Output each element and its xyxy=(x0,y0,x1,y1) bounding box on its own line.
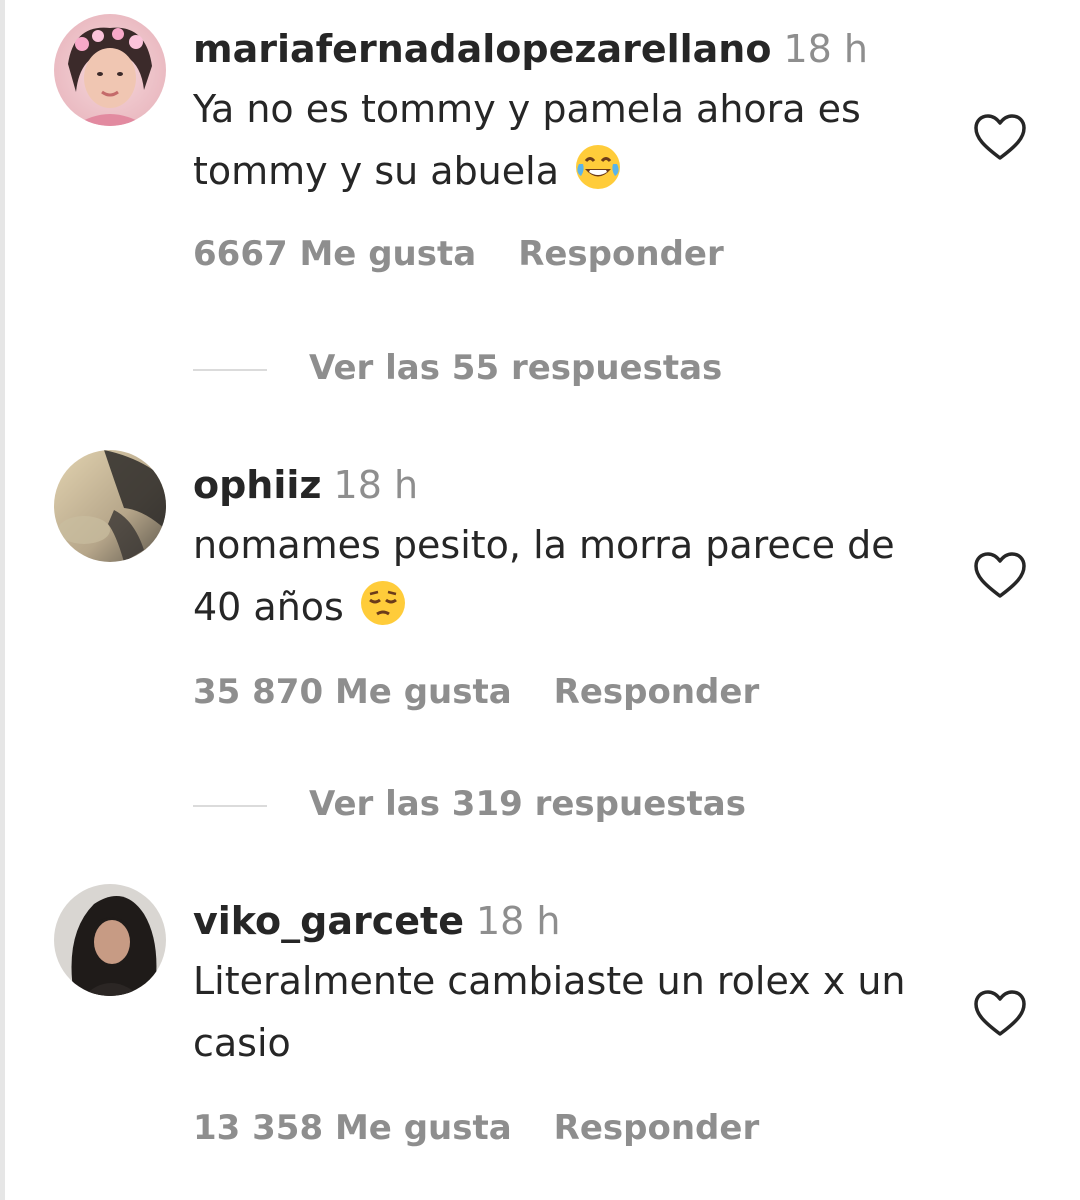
avatar[interactable] xyxy=(54,14,166,126)
reply-button[interactable]: Responder xyxy=(554,672,760,712)
like-count[interactable]: 6667 Me gusta xyxy=(193,234,476,274)
view-replies-label[interactable]: Ver las 55 respuestas xyxy=(309,348,722,388)
reply-button[interactable]: Responder xyxy=(554,1108,760,1148)
comment-text: nomames pesito, la morra parece de 40 añ… xyxy=(193,514,913,638)
comment-body: nomames pesito, la morra parece de 40 añ… xyxy=(193,523,895,629)
face-with-tears-of-joy-icon xyxy=(576,145,620,189)
view-replies-button[interactable]: Ver las 55 respuestas xyxy=(193,348,722,388)
divider xyxy=(193,804,267,807)
comment-header: mariafernadalopezarellano 18 h xyxy=(193,26,953,72)
like-count[interactable]: 35 870 Me gusta xyxy=(193,672,512,712)
comment-body: Ya no es tommy y pamela ahora es tommy y… xyxy=(193,87,861,193)
username[interactable]: viko_garcete xyxy=(193,899,464,943)
view-replies-button[interactable]: Ver las 319 respuestas xyxy=(193,784,746,824)
username[interactable]: ophiiz xyxy=(193,463,322,507)
heart-outline-icon[interactable] xyxy=(972,112,1028,162)
comment-header: viko_garcete 18 h xyxy=(193,898,953,944)
reply-button[interactable]: Responder xyxy=(518,234,724,274)
comment-body: Literalmente cambiaste un rolex x un cas… xyxy=(193,959,906,1065)
timestamp[interactable]: 18 h xyxy=(334,463,419,507)
pensive-face-icon xyxy=(360,581,405,625)
comment-meta: 6667 Me gusta Responder xyxy=(193,234,724,274)
avatar[interactable] xyxy=(54,450,166,562)
heart-outline-icon[interactable] xyxy=(972,988,1028,1038)
heart-outline-icon[interactable] xyxy=(972,550,1028,600)
comment-text: Ya no es tommy y pamela ahora es tommy y… xyxy=(193,78,933,202)
timestamp[interactable]: 18 h xyxy=(783,27,868,71)
username[interactable]: mariafernadalopezarellano xyxy=(193,27,771,71)
like-count[interactable]: 13 358 Me gusta xyxy=(193,1108,512,1148)
divider xyxy=(193,368,267,371)
view-replies-label[interactable]: Ver las 319 respuestas xyxy=(309,784,746,824)
comment-meta: 13 358 Me gusta Responder xyxy=(193,1108,759,1148)
left-border xyxy=(0,0,5,1200)
comment-text: Literalmente cambiaste un rolex x un cas… xyxy=(193,950,923,1074)
timestamp[interactable]: 18 h xyxy=(476,899,561,943)
comment-meta: 35 870 Me gusta Responder xyxy=(193,672,759,712)
comment-header: ophiiz 18 h xyxy=(193,462,953,508)
avatar[interactable] xyxy=(54,884,166,996)
